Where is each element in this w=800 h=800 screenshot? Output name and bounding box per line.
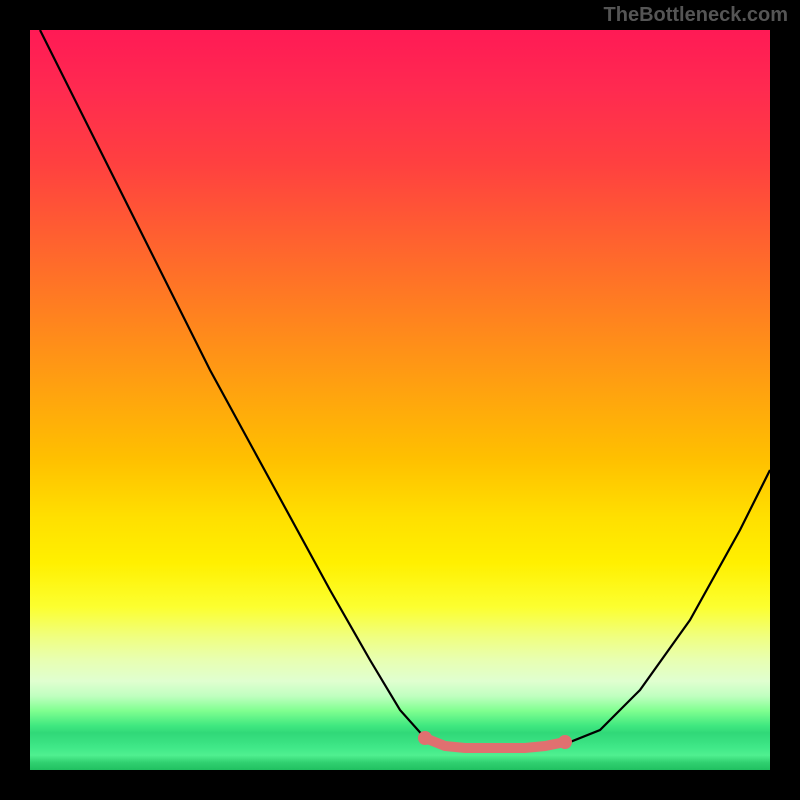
chart-svg [30,30,770,770]
plot-area [30,30,770,770]
watermark-text: TheBottleneck.com [604,4,788,27]
bottleneck-curve [40,30,770,748]
highlight-dot [558,735,572,749]
highlight-dot [418,731,432,745]
highlight-dots-group [418,731,572,749]
highlight-segment [425,738,565,748]
